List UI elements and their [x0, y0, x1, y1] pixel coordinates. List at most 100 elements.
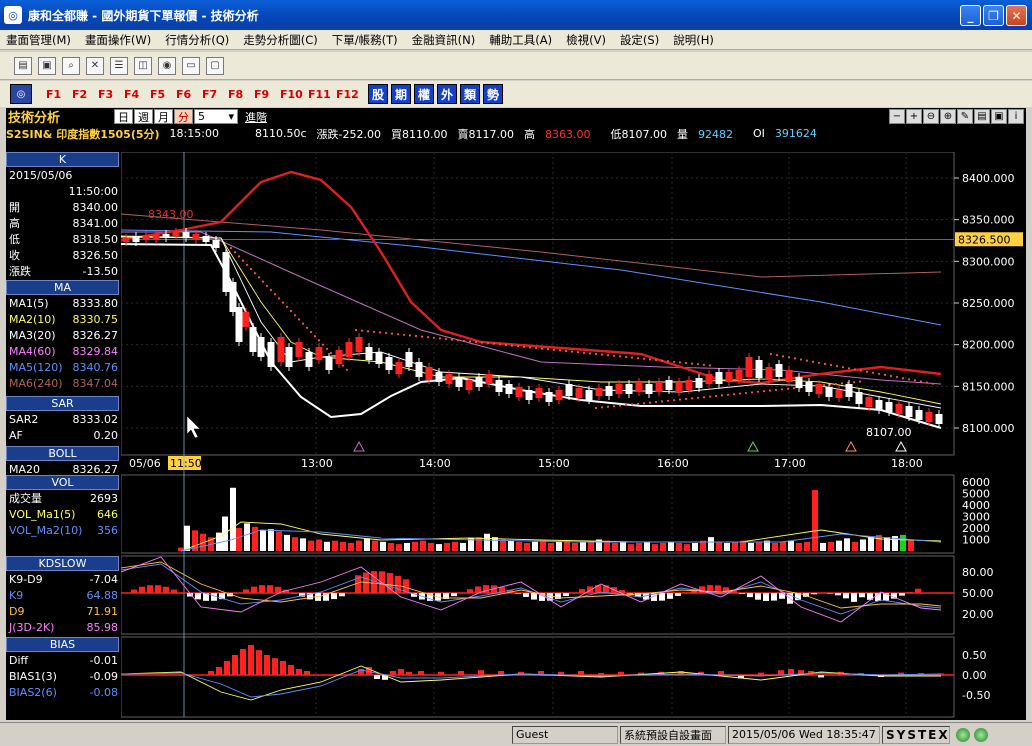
- sar-dot: [612, 405, 616, 408]
- status-datetime: 2015/05/06 Wed 18:35:47: [728, 725, 880, 744]
- kd-diff-bar: [843, 593, 849, 599]
- menu-item-settings[interactable]: 設定(S): [620, 32, 659, 48]
- menu-item-tools[interactable]: 輔助工具(A): [489, 32, 552, 48]
- sar-dot: [636, 402, 640, 405]
- options-button[interactable]: 權: [414, 84, 434, 104]
- fkey-f12[interactable]: F12: [336, 88, 359, 101]
- volume-bar: [332, 540, 338, 551]
- sar-dot: [552, 348, 556, 351]
- status-user: Guest: [512, 725, 618, 744]
- draw-tool-icon[interactable]: ✎: [957, 109, 973, 124]
- sar-dot: [714, 394, 718, 398]
- menu-item-finance[interactable]: 金融資訊(N): [412, 32, 476, 48]
- row-value: 8326.27: [72, 462, 119, 476]
- period-minute-button[interactable]: 分: [174, 109, 193, 124]
- row-value: 2693: [90, 491, 118, 505]
- candle-body: [152, 234, 160, 240]
- sar-dot: [588, 352, 592, 355]
- zoom-in-icon[interactable]: +: [906, 109, 922, 124]
- volume-bar: [812, 490, 818, 551]
- boll-lower-line: [121, 243, 942, 429]
- menu-item-charts[interactable]: 走勢分析圖(C): [243, 32, 318, 48]
- fkey-f6[interactable]: F6: [176, 88, 194, 101]
- window-icon[interactable]: ▢: [206, 56, 224, 75]
- card-icon[interactable]: ▭: [182, 56, 200, 75]
- kd-diff-bar: [915, 588, 921, 593]
- close-button[interactable]: ✕: [1006, 5, 1027, 26]
- layout-icon[interactable]: ▤: [14, 56, 32, 75]
- print-icon[interactable]: ▣: [991, 109, 1007, 124]
- globe-icon[interactable]: ◉: [158, 56, 176, 75]
- fkey-f5[interactable]: F5: [150, 88, 168, 101]
- trend-button[interactable]: 勢: [483, 84, 503, 104]
- monitor-icon[interactable]: ▣: [38, 56, 56, 75]
- sar-dot: [822, 384, 826, 387]
- toolbar-function-keys: ◎ F1 F2 F3 F4 F5 F6 F7 F8 F9 F10 F11 F12…: [0, 81, 1032, 107]
- row-label: K9: [9, 588, 24, 602]
- menu-item-screen-manage[interactable]: 畫面管理(M): [6, 32, 71, 48]
- candle-body: [835, 390, 843, 398]
- advanced-link[interactable]: 進階: [245, 109, 267, 125]
- menu-item-orders[interactable]: 下單/帳務(T): [332, 32, 398, 48]
- sar-dot: [696, 363, 700, 366]
- fkey-f4[interactable]: F4: [124, 88, 142, 101]
- sar-dot: [257, 276, 261, 279]
- fkey-f3[interactable]: F3: [98, 88, 116, 101]
- split-icon[interactable]: ◫: [134, 56, 152, 75]
- search-icon[interactable]: ⌕: [62, 56, 80, 75]
- fkey-f2[interactable]: F2: [72, 88, 90, 101]
- sar-dot: [847, 367, 851, 370]
- row-label: 低: [9, 233, 20, 246]
- magnify-plus-icon[interactable]: ⊕: [940, 109, 956, 124]
- kd-diff-bar: [451, 593, 457, 597]
- kd-diff-bar: [155, 585, 161, 593]
- sar-dot: [313, 335, 317, 338]
- sar-dot: [396, 333, 400, 336]
- kd-row: D9 71.91: [6, 603, 119, 619]
- row-label: VOL_Ma1(5): [9, 507, 76, 521]
- category-button[interactable]: 類: [460, 84, 480, 104]
- menu-item-market[interactable]: 行情分析(Q): [165, 32, 229, 48]
- sar-dot: [265, 284, 269, 287]
- fkey-f11[interactable]: F11: [308, 88, 331, 101]
- info-icon[interactable]: i: [1008, 109, 1024, 124]
- period-select[interactable]: 5 ▾: [194, 109, 238, 124]
- stock-button[interactable]: 股: [368, 84, 388, 104]
- minimize-button[interactable]: _: [960, 5, 981, 26]
- fkey-f1[interactable]: F1: [46, 88, 64, 101]
- tile-icon[interactable]: ☰: [110, 56, 128, 75]
- sar-dot: [420, 335, 424, 338]
- volume-bar: [276, 531, 282, 551]
- magnify-minus-icon[interactable]: ⊖: [923, 109, 939, 124]
- row-value: 8340.76: [72, 360, 119, 374]
- menu-item-help[interactable]: 說明(H): [673, 32, 714, 48]
- volume-bar: [724, 542, 730, 551]
- save-icon[interactable]: ▤: [974, 109, 990, 124]
- bias-bar: [438, 671, 444, 675]
- close-window-icon[interactable]: ✕: [86, 56, 104, 75]
- maximize-button[interactable]: ❐: [983, 5, 1004, 26]
- kd-diff-bar: [523, 593, 529, 597]
- foreign-button[interactable]: 外: [437, 84, 457, 104]
- candle-body: [405, 352, 413, 367]
- sar-panel: SAR SAR2 8333.02 AF 0.20: [6, 396, 119, 443]
- period-week-button[interactable]: 週: [134, 109, 153, 124]
- fkey-f9[interactable]: F9: [254, 88, 272, 101]
- zoom-out-icon[interactable]: −: [889, 109, 905, 124]
- candle-body: [242, 312, 250, 327]
- period-month-button[interactable]: 月: [154, 109, 173, 124]
- menu-item-screen-ops[interactable]: 畫面操作(W): [85, 32, 151, 48]
- fkey-f10[interactable]: F10: [280, 88, 303, 101]
- menu-item-view[interactable]: 檢視(V): [566, 32, 606, 48]
- fkey-f8[interactable]: F8: [228, 88, 246, 101]
- volume-bar: [828, 541, 834, 551]
- candle-body: [785, 370, 793, 382]
- logo-icon[interactable]: ◎: [10, 84, 32, 104]
- period-day-button[interactable]: 日: [114, 109, 133, 124]
- sar-dot: [293, 314, 297, 317]
- chart-canvas[interactable]: 8400.000 8350.000 8300.000 8250.000 8200.000…: [121, 152, 1026, 720]
- candle-body: [845, 384, 853, 397]
- ma-row: MA2(10) 8330.75: [6, 311, 119, 327]
- futures-button[interactable]: 期: [391, 84, 411, 104]
- fkey-f7[interactable]: F7: [202, 88, 220, 101]
